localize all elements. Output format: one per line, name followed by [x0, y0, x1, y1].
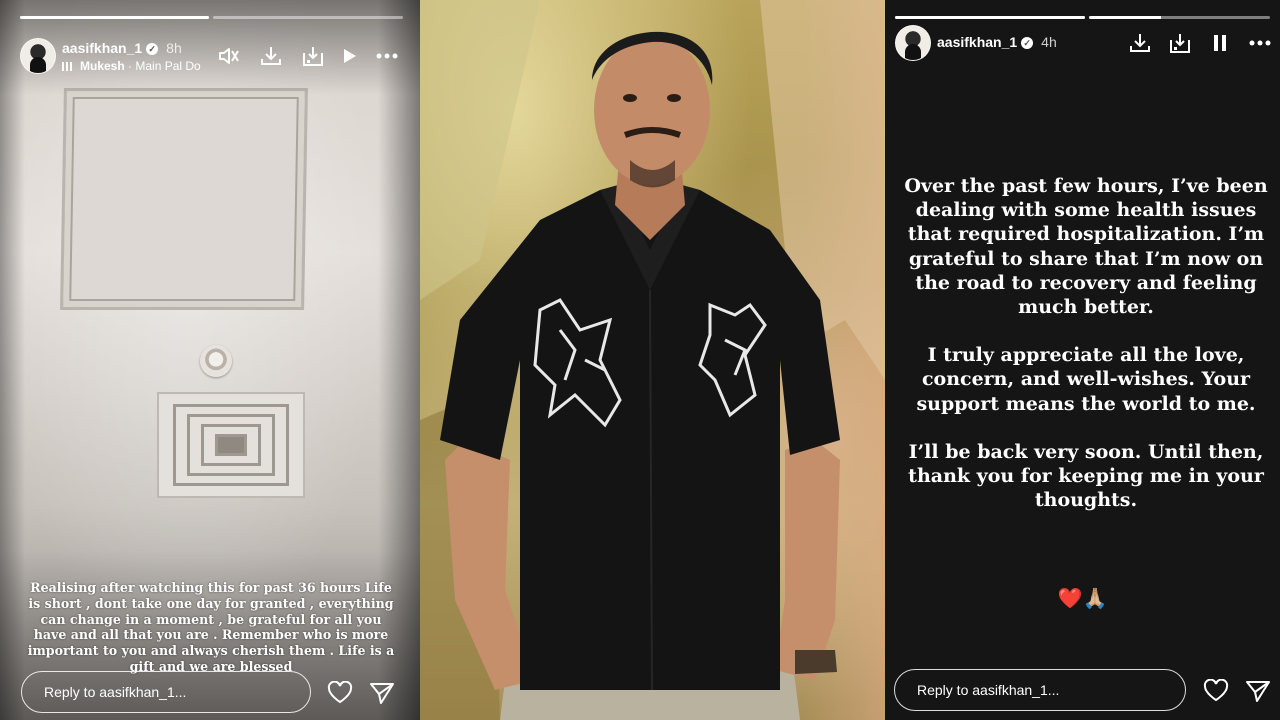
message-paragraph: I truly appreciate all the love, concern… [916, 344, 1256, 415]
music-artist: Mukesh [80, 59, 125, 73]
download-icon[interactable] [1127, 31, 1153, 55]
post-age: 4h [1041, 34, 1057, 50]
verified-badge-icon: ✓ [146, 43, 159, 56]
save-icon[interactable] [1167, 31, 1193, 55]
avatar[interactable] [895, 25, 931, 61]
music-info[interactable]: Mukesh · Main Pal Do [62, 59, 201, 73]
story-progress-bar [895, 16, 1270, 19]
message-paragraph: Over the past few hours, I’ve been deali… [904, 175, 1268, 319]
play-icon[interactable] [342, 44, 358, 68]
more-icon[interactable] [1247, 31, 1273, 55]
left-story-panel[interactable]: aasifkhan_1 ✓ 8h Mukesh · Main Pal Do Real… [0, 0, 420, 720]
username[interactable]: aasifkhan_1 [937, 34, 1017, 50]
pause-icon[interactable] [1207, 31, 1233, 55]
music-bars-icon [62, 62, 74, 72]
air-vent-image [157, 392, 305, 498]
reply-input[interactable]: Reply to aasifkhan_1... [21, 671, 311, 713]
avatar[interactable] [20, 38, 56, 74]
story-header: aasifkhan_1 ✓ 4h [895, 25, 1271, 65]
verified-badge-icon: ✓ [1021, 37, 1034, 50]
send-icon[interactable] [369, 681, 395, 705]
smoke-detector-image [200, 345, 232, 377]
ceiling-hatch-image [60, 88, 308, 310]
story-header: aasifkhan_1 ✓ 8h Mukesh · Main Pal Do [20, 38, 402, 78]
story-message: Over the past few hours, I’ve been deali… [903, 174, 1269, 536]
reply-input[interactable]: Reply to aasifkhan_1... [894, 669, 1186, 711]
send-icon[interactable] [1245, 679, 1271, 703]
username-row: aasifkhan_1 ✓ 8h [62, 40, 182, 56]
message-paragraph: I’ll be back very soon. Until then, than… [908, 440, 1264, 512]
music-track: Main Pal Do [135, 59, 201, 73]
progress-segment [895, 16, 1085, 19]
heart-pray-emojis: ❤️🙏🏼 [1057, 588, 1108, 610]
center-photo [420, 0, 885, 720]
right-story-panel[interactable]: aasifkhan_1 ✓ 4h Over the past few hours, … [885, 0, 1280, 720]
music-separator: · [124, 59, 136, 73]
progress-segment [1089, 16, 1270, 19]
progress-segment [213, 16, 403, 19]
man-in-black-shirt-image [420, 0, 885, 720]
download-icon[interactable] [258, 44, 284, 68]
username-row: aasifkhan_1 ✓ 4h [937, 34, 1057, 50]
more-icon[interactable] [374, 44, 400, 68]
story-progress-bar [20, 16, 403, 19]
progress-segment [20, 16, 209, 19]
heart-icon[interactable] [327, 680, 353, 705]
header-actions [1127, 31, 1273, 55]
mute-icon[interactable] [216, 44, 242, 68]
username[interactable]: aasifkhan_1 [62, 40, 142, 56]
story-caption: Realising after watching this for past 3… [27, 580, 395, 674]
header-actions [216, 44, 400, 68]
save-icon[interactable] [300, 44, 326, 68]
heart-icon[interactable] [1203, 678, 1229, 703]
post-age: 8h [166, 40, 182, 56]
